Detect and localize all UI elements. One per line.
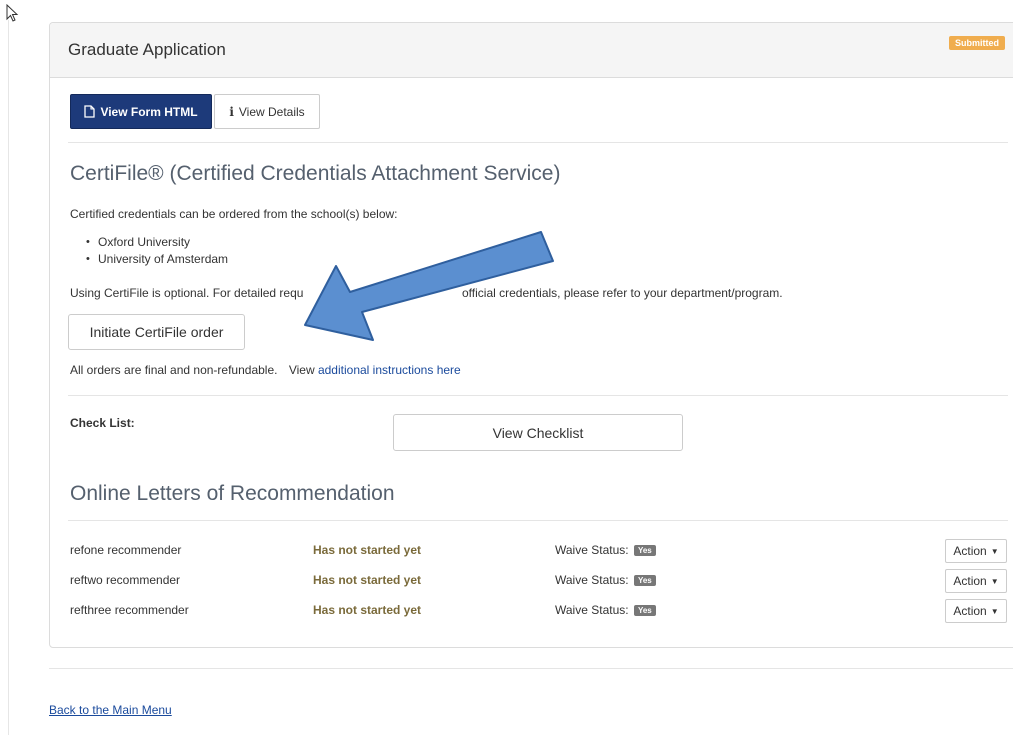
recommender-status: Has not started yet bbox=[313, 543, 422, 557]
divider bbox=[49, 668, 1013, 669]
left-divider bbox=[8, 20, 9, 735]
recommender-status: Has not started yet bbox=[313, 573, 422, 587]
waive-status: Waive Status: Yes bbox=[555, 543, 656, 557]
orders-final-text: All orders are final and non-refundable. bbox=[70, 363, 278, 377]
action-label: Action bbox=[953, 544, 987, 558]
action-dropdown-button[interactable]: Action ▼ bbox=[945, 569, 1007, 593]
recommender-name: refthree recommender bbox=[70, 603, 189, 617]
action-dropdown-button[interactable]: Action ▼ bbox=[945, 539, 1007, 563]
waive-badge: Yes bbox=[633, 545, 656, 557]
info-icon: i bbox=[229, 104, 234, 119]
caret-down-icon: ▼ bbox=[990, 576, 999, 586]
view-details-button[interactable]: i View Details bbox=[214, 94, 320, 129]
view-form-html-button[interactable]: View Form HTML bbox=[70, 94, 212, 129]
table-row: reftwo recommender Has not started yet W… bbox=[70, 569, 1010, 593]
back-to-main-menu-link[interactable]: Back to the Main Menu bbox=[49, 703, 172, 717]
document-icon bbox=[84, 105, 96, 118]
list-item: Oxford University bbox=[86, 234, 228, 251]
action-label: Action bbox=[953, 604, 987, 618]
divider bbox=[68, 520, 1008, 521]
divider bbox=[68, 142, 1008, 143]
waive-label: Waive Status: bbox=[555, 543, 629, 557]
view-checklist-button[interactable]: View Checklist bbox=[393, 414, 683, 451]
checklist-label: Check List: bbox=[70, 416, 135, 430]
table-row: refone recommender Has not started yet W… bbox=[70, 539, 1010, 563]
recommendations-heading: Online Letters of Recommendation bbox=[70, 482, 395, 505]
view-prefix: View bbox=[288, 363, 315, 377]
certifile-heading: CertiFile® (Certified Credentials Attach… bbox=[70, 162, 561, 185]
additional-instructions-link[interactable]: additional instructions here bbox=[318, 363, 461, 377]
recommender-name: refone recommender bbox=[70, 543, 182, 557]
waive-badge: Yes bbox=[633, 605, 656, 617]
waive-status: Waive Status: Yes bbox=[555, 573, 656, 587]
list-item: University of Amsterdam bbox=[86, 251, 228, 268]
action-label: Action bbox=[953, 574, 987, 588]
submitted-badge: Submitted bbox=[949, 36, 1005, 50]
panel-title: Graduate Application bbox=[68, 40, 226, 59]
waive-badge: Yes bbox=[633, 575, 656, 587]
initiate-certifile-order-button[interactable]: Initiate CertiFile order bbox=[68, 314, 245, 350]
view-form-html-label: View Form HTML bbox=[100, 104, 198, 119]
application-panel: Graduate Application Submitted View Form… bbox=[49, 22, 1013, 648]
certifile-optional-text-start: Using CertiFile is optional. For detaile… bbox=[70, 286, 304, 300]
recommender-status: Has not started yet bbox=[313, 603, 422, 617]
certifile-intro: Certified credentials can be ordered fro… bbox=[70, 207, 398, 221]
waive-status: Waive Status: Yes bbox=[555, 603, 656, 617]
orders-final-note: All orders are final and non-refundable.… bbox=[70, 363, 461, 377]
action-dropdown-button[interactable]: Action ▼ bbox=[945, 599, 1007, 623]
waive-label: Waive Status: bbox=[555, 573, 629, 587]
panel-header: Graduate Application Submitted bbox=[50, 23, 1013, 78]
waive-label: Waive Status: bbox=[555, 603, 629, 617]
view-details-label: View Details bbox=[238, 104, 305, 119]
certifile-optional-text-end: official credentials, please refer to yo… bbox=[462, 286, 783, 300]
table-row: refthree recommender Has not started yet… bbox=[70, 599, 1010, 623]
school-list: Oxford University University of Amsterda… bbox=[86, 234, 228, 268]
caret-down-icon: ▼ bbox=[990, 606, 999, 616]
caret-down-icon: ▼ bbox=[990, 546, 999, 556]
recommender-name: reftwo recommender bbox=[70, 573, 181, 587]
divider bbox=[68, 395, 1008, 396]
